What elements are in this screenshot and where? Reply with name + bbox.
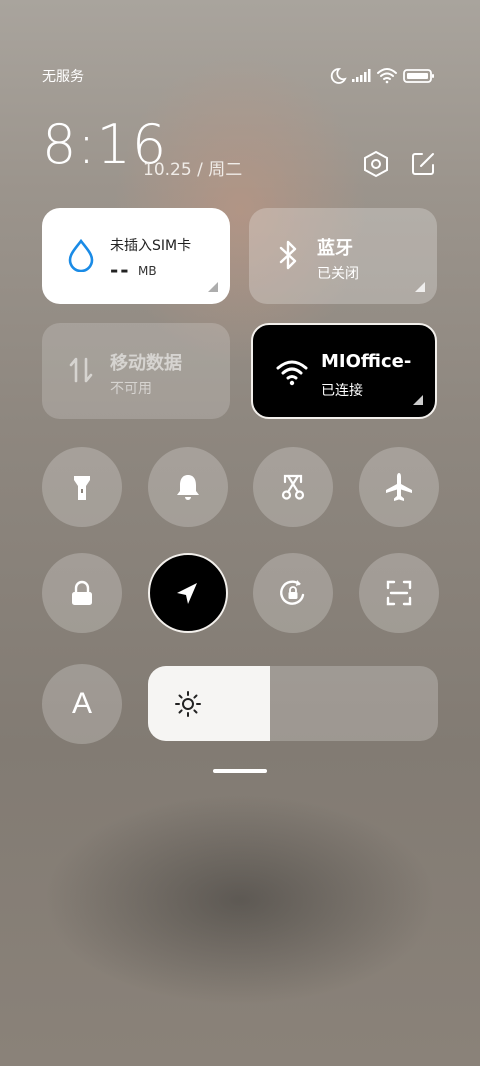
flashlight-icon (74, 476, 90, 500)
flashlight-toggle[interactable] (42, 447, 122, 527)
rotation-lock-toggle[interactable] (253, 553, 333, 633)
edit-button[interactable] (409, 150, 437, 178)
bluetooth-status: 已关闭 (317, 266, 359, 282)
status-icons (330, 68, 434, 84)
rotation-lock-icon (280, 580, 305, 605)
airplane-toggle[interactable] (359, 447, 439, 527)
font-size-label: A (71, 687, 92, 720)
data-usage-tile[interactable]: 未插入SIM卡 -- MB (42, 208, 230, 304)
screenshot-toggle[interactable] (253, 447, 333, 527)
data-usage-value: -- (110, 258, 131, 282)
data-arrows-icon (69, 357, 93, 383)
lock-toggle[interactable] (42, 553, 122, 633)
location-arrow-icon (177, 583, 197, 604)
brightness-fill (148, 666, 270, 741)
bluetooth-label: 蓝牙 (317, 238, 353, 259)
font-size-toggle[interactable]: A (42, 664, 122, 744)
water-drop-icon (68, 238, 94, 272)
scissors-icon (281, 474, 305, 500)
wifi-status-icon (377, 68, 397, 84)
settings-button[interactable] (362, 150, 390, 178)
signal-icon (352, 69, 371, 82)
bluetooth-icon (279, 240, 297, 270)
moon-icon (330, 68, 347, 84)
lock-icon (72, 580, 92, 605)
tile-corner-indicator (413, 395, 423, 405)
bell-icon (177, 475, 199, 500)
tile-corner-indicator (415, 282, 425, 292)
mobile-data-status: 不可用 (110, 381, 152, 397)
ring-toggle[interactable] (148, 447, 228, 527)
carrier-status: 无服务 (42, 69, 84, 85)
wifi-icon (276, 360, 308, 386)
wifi-status: 已连接 (321, 383, 363, 399)
drag-handle[interactable] (213, 769, 267, 773)
battery-icon (403, 69, 434, 83)
bluetooth-tile[interactable]: 蓝牙 已关闭 (249, 208, 437, 304)
data-usage-label: 未插入SIM卡 (110, 238, 192, 254)
brightness-slider[interactable] (148, 666, 438, 741)
gear-hexagon-icon (364, 150, 388, 178)
wifi-network-name: MIOffice- (321, 351, 412, 372)
mobile-data-tile[interactable]: 移动数据 不可用 (42, 323, 230, 419)
airplane-icon (386, 473, 412, 501)
edit-icon (412, 153, 434, 175)
tile-corner-indicator (208, 282, 218, 292)
date-label: 10.25 / 周二 (143, 160, 243, 180)
scan-icon (386, 580, 412, 606)
scanner-toggle[interactable] (359, 553, 439, 633)
wifi-tile[interactable]: MIOffice- 已连接 (251, 323, 437, 419)
location-toggle[interactable] (148, 553, 228, 633)
sun-icon (175, 691, 201, 717)
mobile-data-label: 移动数据 (110, 353, 182, 374)
data-usage-unit: MB (138, 264, 157, 278)
